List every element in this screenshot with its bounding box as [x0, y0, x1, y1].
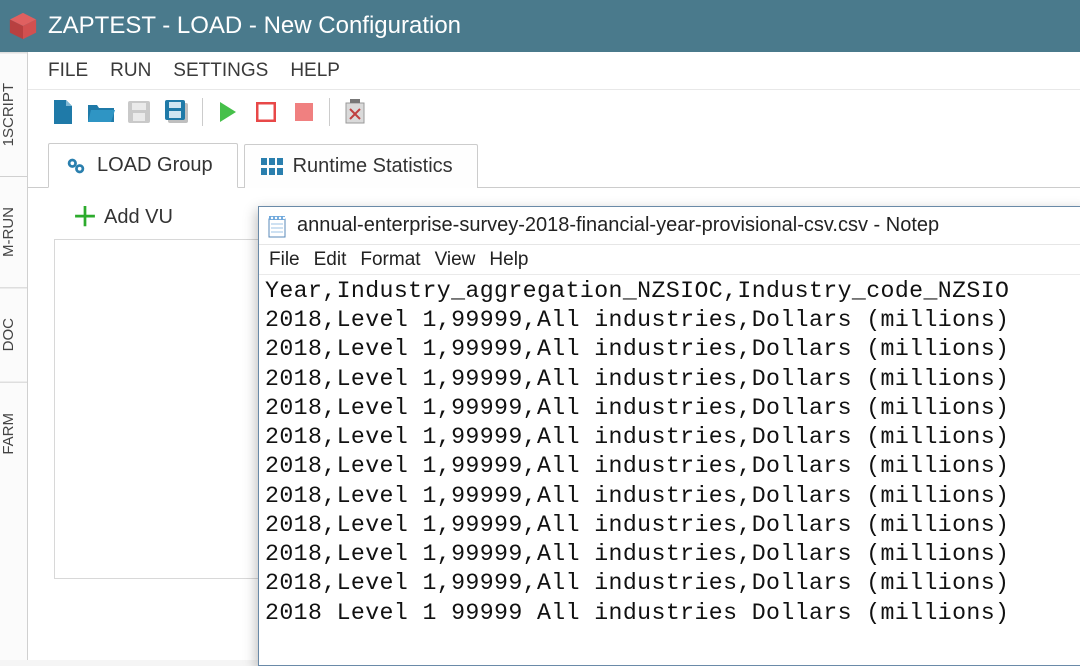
toolbar-separator	[329, 98, 330, 126]
zaptest-tab-row: LOAD Group Runtime Statistics	[28, 134, 1080, 188]
sidebar-tab-mrun[interactable]: M-RUN	[0, 176, 27, 287]
notepad-text-area[interactable]: Year,Industry_aggregation_NZSIOC,Industr…	[259, 275, 1080, 665]
zaptest-titlebar: ZAPTEST - LOAD - New Configuration	[0, 0, 1080, 52]
reset-icon[interactable]	[338, 95, 372, 129]
save-icon[interactable]	[122, 95, 156, 129]
notepad-menu-help[interactable]: Help	[489, 249, 528, 271]
menu-help[interactable]: HELP	[290, 60, 340, 82]
add-vu-label: Add VU	[104, 206, 173, 229]
notepad-menubar: File Edit Format View Help	[259, 245, 1080, 275]
plus-icon: ＋	[72, 204, 98, 230]
sidebar-tab-doc[interactable]: DOC	[0, 287, 27, 381]
sidebar-tab-1script[interactable]: 1SCRIPT	[0, 52, 27, 176]
save-all-icon[interactable]	[160, 95, 194, 129]
tab-load-group[interactable]: LOAD Group	[48, 143, 238, 188]
notepad-menu-format[interactable]: Format	[360, 249, 420, 271]
grid-icon	[261, 156, 283, 178]
menu-run[interactable]: RUN	[110, 60, 151, 82]
menu-file[interactable]: FILE	[48, 60, 88, 82]
zaptest-menubar: FILE RUN SETTINGS HELP	[28, 52, 1080, 90]
notepad-title-text: annual-enterprise-survey-2018-financial-…	[297, 214, 939, 237]
new-file-icon[interactable]	[46, 95, 80, 129]
notepad-menu-view[interactable]: View	[435, 249, 476, 271]
notepad-menu-edit[interactable]: Edit	[314, 249, 347, 271]
record-icon[interactable]	[287, 95, 321, 129]
notepad-icon	[267, 214, 289, 238]
menu-settings[interactable]: SETTINGS	[173, 60, 268, 82]
zaptest-toolbar	[28, 90, 1080, 134]
stop-icon[interactable]	[249, 95, 283, 129]
gears-icon	[65, 155, 87, 177]
open-file-icon[interactable]	[84, 95, 118, 129]
toolbar-separator	[202, 98, 203, 126]
zaptest-sidebar: 1SCRIPT M-RUN DOC FARM	[0, 52, 28, 660]
notepad-menu-file[interactable]: File	[269, 249, 300, 271]
sidebar-tab-farm[interactable]: FARM	[0, 382, 27, 485]
play-icon[interactable]	[211, 95, 245, 129]
notepad-titlebar[interactable]: annual-enterprise-survey-2018-financial-…	[259, 207, 1080, 245]
tab-runtime-statistics-label: Runtime Statistics	[293, 155, 453, 178]
zaptest-logo-icon	[8, 11, 38, 41]
zaptest-title-text: ZAPTEST - LOAD - New Configuration	[48, 12, 461, 40]
tab-load-group-label: LOAD Group	[97, 154, 213, 177]
add-vu-button[interactable]: ＋ Add VU	[72, 204, 173, 230]
notepad-window[interactable]: annual-enterprise-survey-2018-financial-…	[258, 206, 1080, 666]
tab-runtime-statistics[interactable]: Runtime Statistics	[244, 144, 478, 188]
